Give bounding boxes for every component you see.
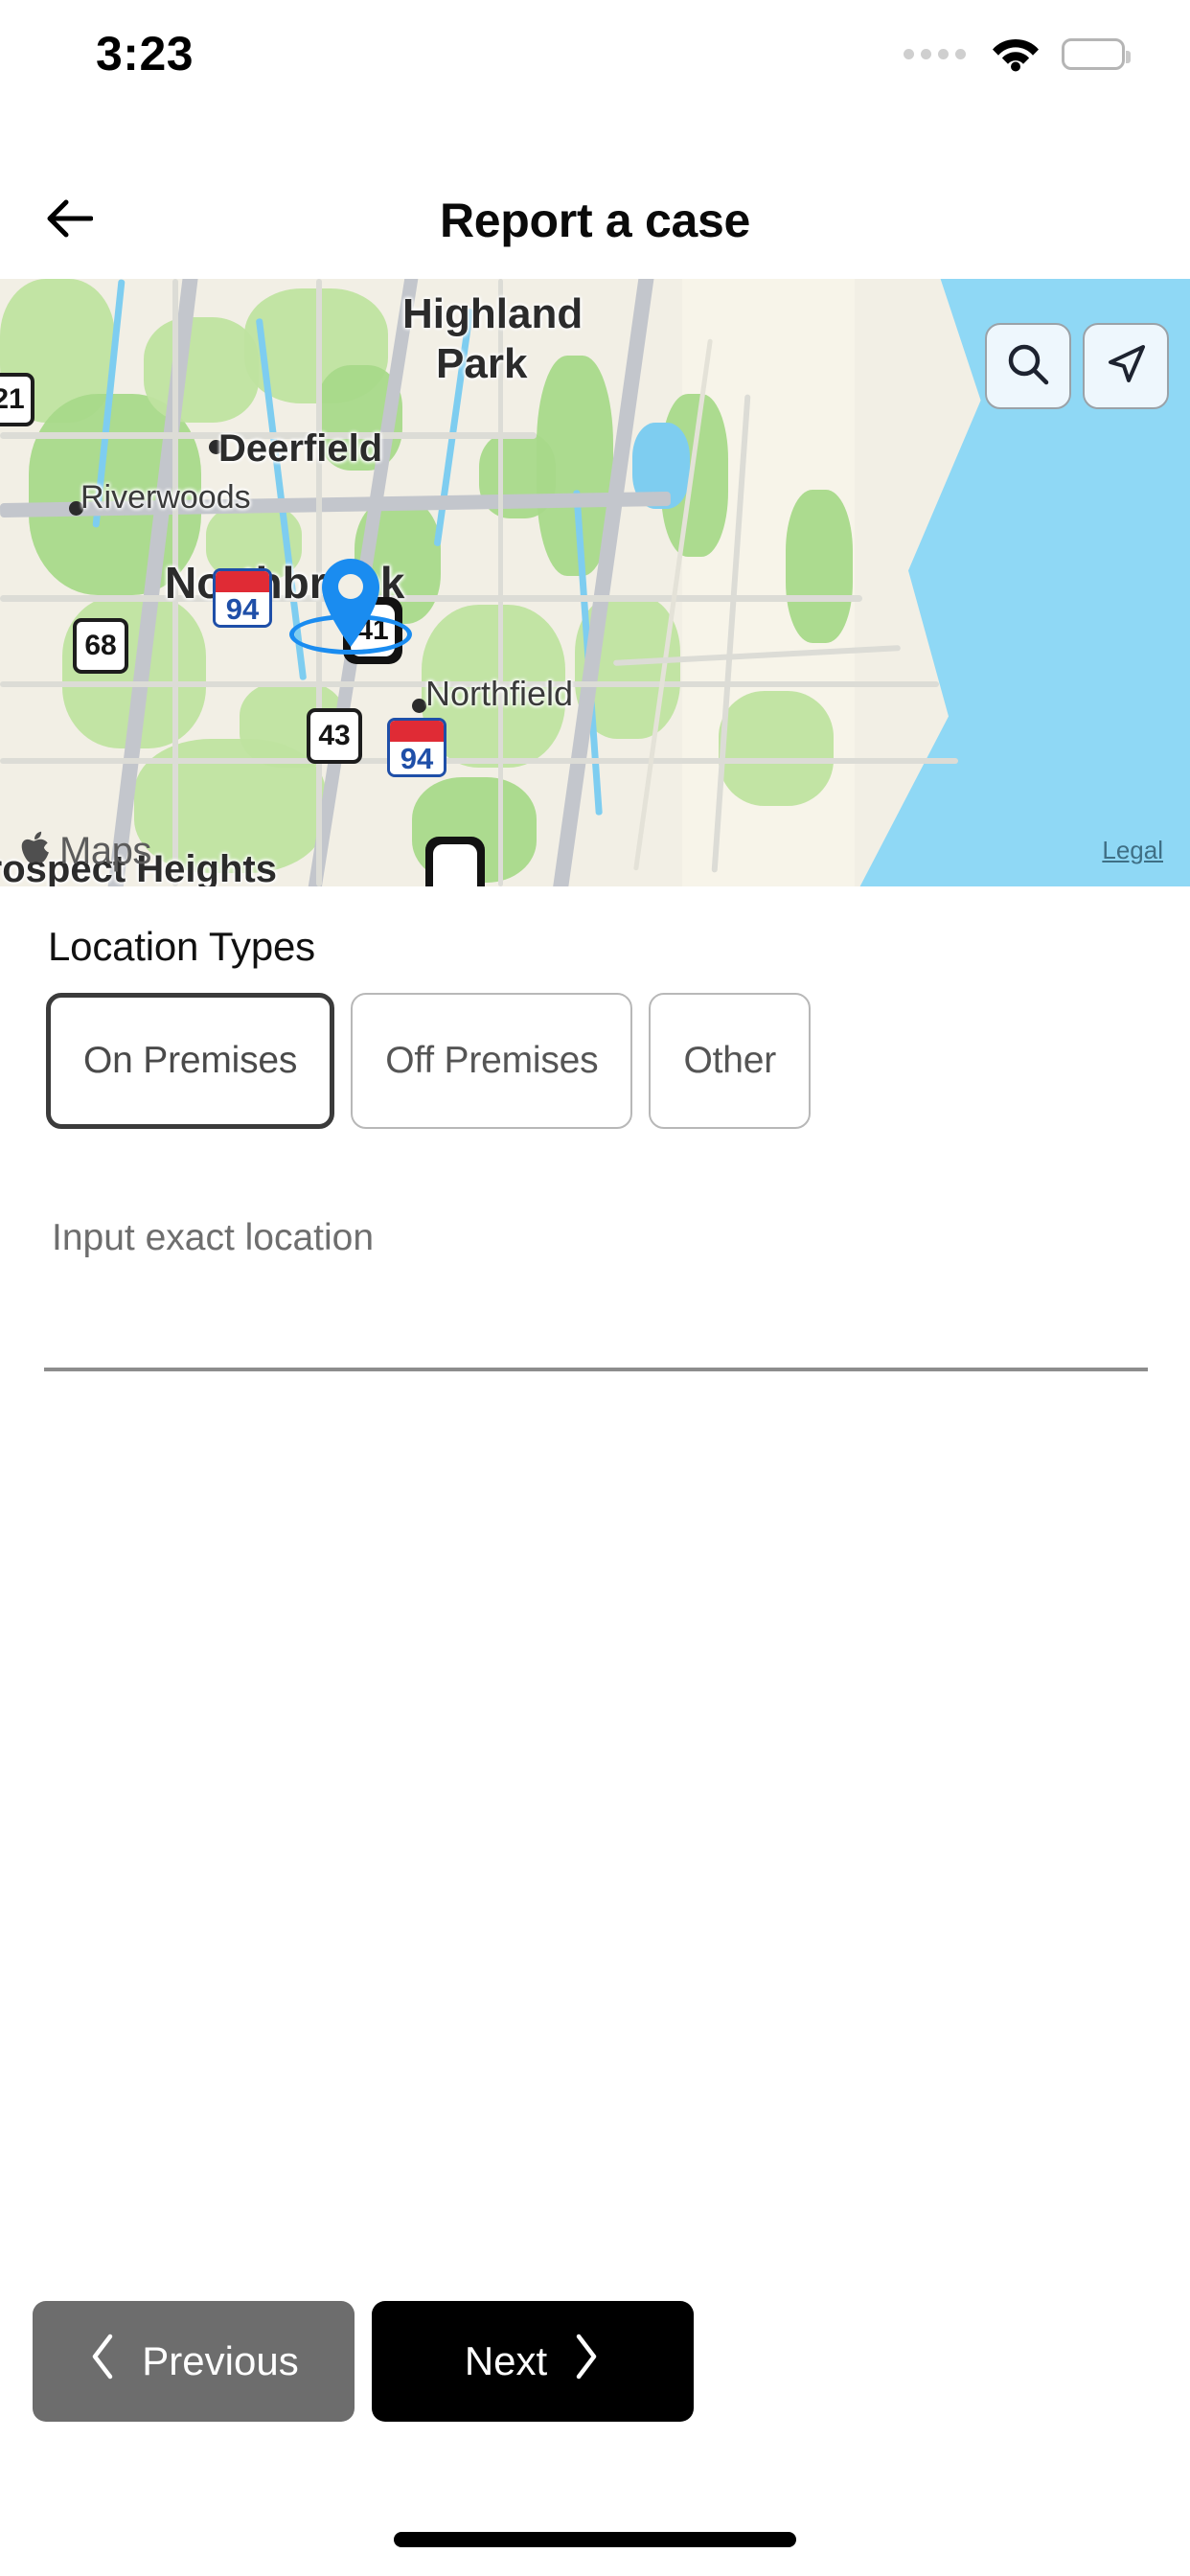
- map-city-dot: [412, 699, 426, 713]
- chevron-right-icon: [572, 2333, 601, 2390]
- map-provider-label: Maps: [59, 830, 151, 872]
- location-type-off-premises[interactable]: Off Premises: [351, 993, 633, 1129]
- exact-location-input[interactable]: [46, 1217, 1148, 1265]
- wizard-navigation: Previous Next: [0, 2301, 1190, 2422]
- location-type-on-premises[interactable]: On Premises: [46, 993, 335, 1129]
- page-title: Report a case: [439, 194, 751, 247]
- chevron-left-icon: [88, 2333, 117, 2390]
- apple-logo-icon: [21, 830, 54, 873]
- search-icon: [1005, 341, 1051, 392]
- map-shield-state-43: 43: [307, 708, 362, 764]
- next-button[interactable]: Next: [372, 2301, 694, 2422]
- battery-full-icon: [1062, 37, 1131, 70]
- status-indicators: [904, 35, 1131, 72]
- map-attribution: Maps: [21, 830, 151, 873]
- map-shield-interstate-94: 94: [387, 718, 446, 777]
- map-locate-button[interactable]: [1083, 323, 1169, 409]
- home-indicator[interactable]: [394, 2532, 796, 2547]
- map-shield-state-68: 68: [73, 618, 128, 674]
- location-types-group: On Premises Off Premises Other: [46, 993, 812, 1129]
- location-types-heading: Location Types: [48, 924, 315, 969]
- location-type-other[interactable]: Other: [649, 993, 812, 1129]
- map-label-deerfield: Deerfield: [218, 427, 383, 470]
- status-time: 3:23: [96, 27, 195, 80]
- map-pin-icon[interactable]: [289, 557, 412, 655]
- previous-button-label: Previous: [142, 2338, 299, 2383]
- map-label-northfield: Northfield: [425, 674, 574, 713]
- map-label-riverwoods: Riverwoods: [80, 479, 251, 516]
- exact-location-field-wrap: [46, 1217, 1148, 1265]
- status-bar: 3:23: [0, 0, 1190, 107]
- next-button-label: Next: [464, 2338, 548, 2383]
- map-label-highland: Highland: [402, 290, 584, 337]
- signal-dots-icon: [904, 48, 966, 59]
- map-shield-interstate-94: 94: [213, 568, 272, 628]
- map-search-button[interactable]: [985, 323, 1071, 409]
- map-controls: [985, 323, 1169, 409]
- exact-location-underline: [44, 1368, 1148, 1371]
- map-label-park: Park: [436, 340, 528, 387]
- app-screen: 3:23 Report a case Highland Park Deerfie…: [0, 0, 1190, 2576]
- map-shield-us-41: [425, 837, 485, 886]
- map-legal-link[interactable]: Legal: [1102, 836, 1163, 865]
- previous-button[interactable]: Previous: [33, 2301, 355, 2422]
- wifi-icon: [991, 35, 1041, 72]
- map-view[interactable]: Highland Park Deerfield Riverwoods North…: [0, 279, 1190, 886]
- back-button[interactable]: [27, 163, 113, 278]
- nav-header: Report a case: [0, 163, 1190, 278]
- location-accuracy-ring: [289, 614, 412, 655]
- map-shield-state-21: 21: [0, 373, 34, 426]
- navigate-arrow-icon: [1103, 341, 1149, 392]
- arrow-left-icon: [47, 198, 94, 243]
